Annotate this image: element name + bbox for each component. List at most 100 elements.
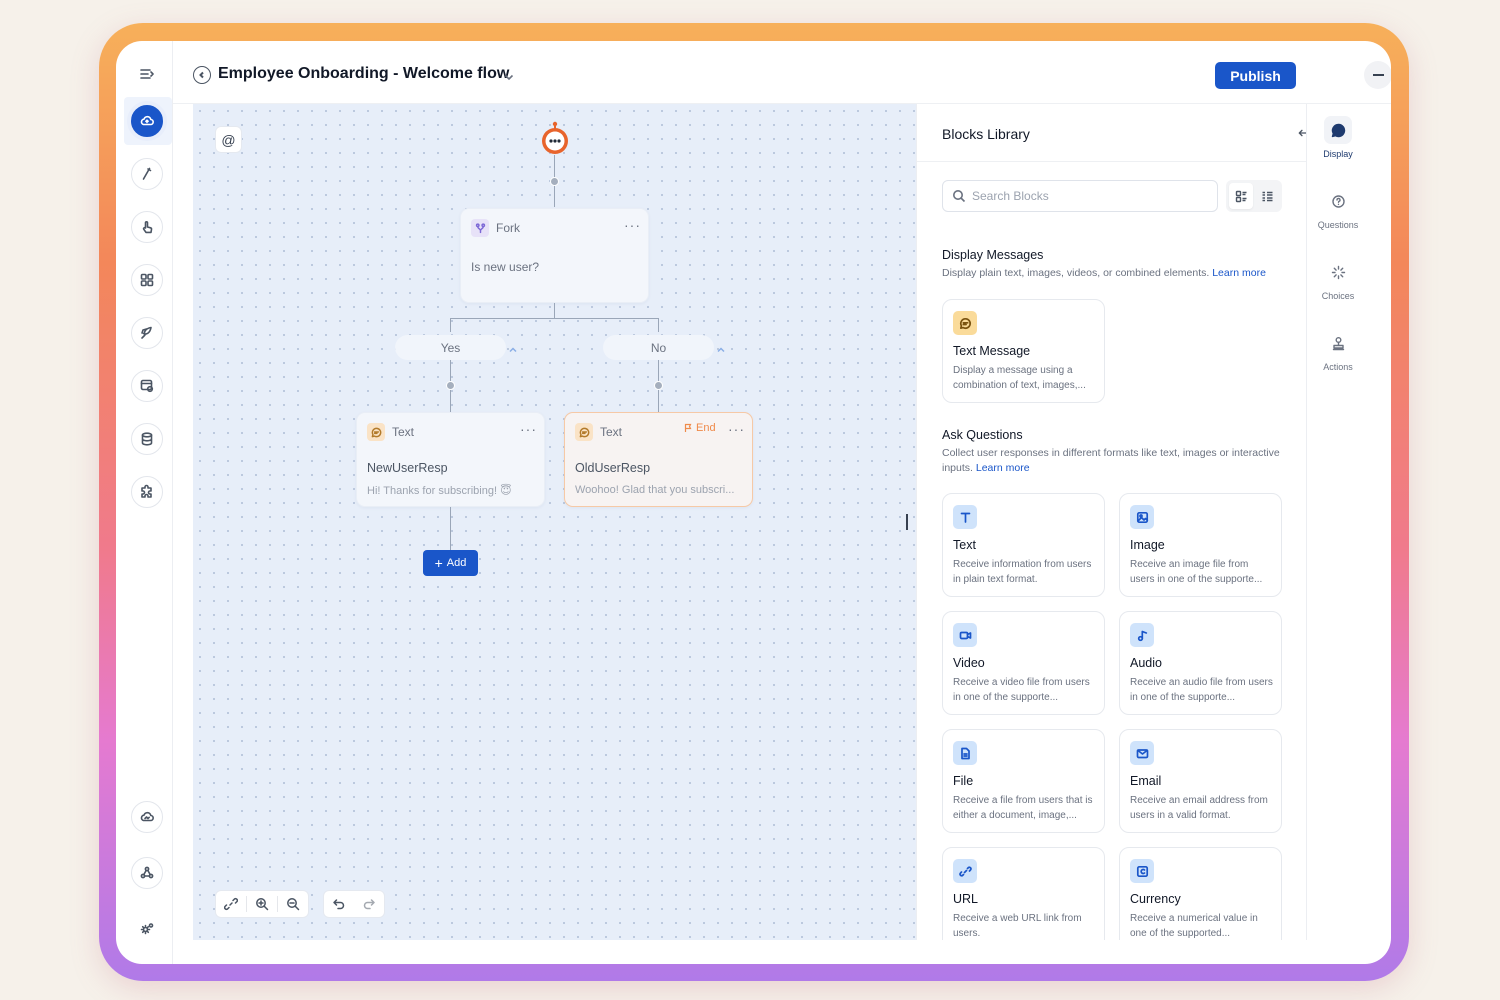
tab-choices[interactable]: Choices	[1307, 258, 1369, 301]
more-options-icon[interactable]: ···	[728, 421, 745, 437]
card-description: Receive a web URL link from users.	[953, 913, 1082, 939]
image-icon	[1130, 505, 1154, 529]
block-card-email[interactable]: Email Receive an email address from user…	[1119, 729, 1282, 833]
settings-gear-icon[interactable]	[131, 913, 163, 945]
card-description: Receive a numerical value in one of the …	[1130, 913, 1258, 939]
puzzle-icon[interactable]	[131, 476, 163, 508]
node-name: OldUserResp	[575, 461, 651, 475]
text-node-new-user[interactable]: Text ··· NewUserResp Hi! Thanks for subs…	[356, 412, 545, 507]
more-options-icon[interactable]: ···	[624, 217, 641, 233]
database-icon[interactable]	[131, 423, 163, 455]
rocket-icon[interactable]	[131, 317, 163, 349]
form-settings-icon[interactable]	[131, 370, 163, 402]
history-toolbar	[323, 890, 385, 918]
minimize-button[interactable]	[1364, 61, 1391, 89]
tab-actions[interactable]: Actions	[1307, 329, 1369, 372]
collapse-menu-icon[interactable]	[131, 58, 163, 90]
search-input[interactable]	[972, 189, 1212, 203]
flow-title[interactable]: Employee Onboarding - Welcome flow	[218, 65, 509, 83]
bot-start-icon[interactable]	[539, 121, 571, 155]
branch-yes-label[interactable]: Yes	[395, 335, 506, 360]
connector-dot[interactable]	[550, 177, 559, 186]
block-card-file[interactable]: File Receive a file from users that is e…	[942, 729, 1105, 833]
compact-view-icon[interactable]	[1255, 183, 1279, 209]
view-toggle	[1226, 180, 1282, 212]
block-category-tabs: Display Questions Choices Actions	[1306, 104, 1368, 940]
plus-icon: +	[434, 555, 443, 571]
card-title: Text Message	[953, 344, 1031, 358]
panel-resize-handle[interactable]	[906, 514, 908, 530]
block-card-text-message[interactable]: Text Message Display a message using a c…	[942, 299, 1105, 403]
card-title: Audio	[1130, 656, 1162, 670]
flow-canvas[interactable]: @ Fork ··· Is new user? Yes No Text ··· …	[193, 104, 916, 940]
publish-button[interactable]: Publish	[1215, 62, 1296, 89]
branch-no-label[interactable]: No	[603, 335, 714, 360]
zoom-out-icon[interactable]	[278, 890, 308, 918]
cloud-icon[interactable]	[131, 105, 163, 137]
learn-more-link[interactable]: Learn more	[976, 462, 1030, 474]
tab-questions[interactable]: Questions	[1307, 187, 1369, 230]
collapse-panel-icon[interactable]	[1298, 126, 1306, 140]
card-description: Receive a video file from users in one o…	[953, 677, 1090, 703]
list-view-icon[interactable]	[1229, 183, 1253, 209]
end-badge-label: End	[696, 422, 716, 434]
fork-node[interactable]: Fork ··· Is new user?	[460, 208, 649, 303]
connector-dot[interactable]	[446, 381, 455, 390]
mention-button[interactable]: @	[215, 126, 242, 153]
message-icon	[367, 423, 385, 441]
node-type-label: Fork	[496, 221, 520, 235]
add-block-button[interactable]: + Add	[423, 550, 478, 576]
section-description: Display plain text, images, videos, or c…	[942, 266, 1287, 281]
top-header: Employee Onboarding - Welcome flow Publi…	[173, 41, 1391, 104]
block-card-currency[interactable]: Currency Receive a numerical value in on…	[1119, 847, 1282, 940]
message-icon	[953, 311, 977, 335]
cloud-sync-icon[interactable]	[131, 801, 163, 833]
chevron-down-icon[interactable]	[503, 70, 515, 82]
blocks-library-panel: Blocks Library Display Messages Display …	[916, 104, 1306, 940]
link-icon	[953, 859, 977, 883]
card-title: Image	[1130, 538, 1165, 552]
card-title: Currency	[1130, 892, 1181, 906]
chevron-up-icon[interactable]	[508, 342, 518, 353]
learn-more-link[interactable]: Learn more	[1212, 267, 1266, 279]
tab-label: Questions	[1317, 220, 1359, 230]
grid-apps-icon[interactable]	[131, 264, 163, 296]
link-nodes-icon[interactable]	[216, 890, 246, 918]
end-badge: End	[683, 422, 716, 434]
zoom-toolbar	[215, 890, 309, 918]
block-card-audio[interactable]: Audio Receive an audio file from users i…	[1119, 611, 1282, 715]
card-description: Receive a file from users that is either…	[953, 795, 1093, 821]
tab-display[interactable]: Display	[1307, 116, 1369, 159]
chevron-up-icon[interactable]	[716, 342, 726, 353]
card-title: URL	[953, 892, 979, 906]
connector-dot[interactable]	[654, 381, 663, 390]
zoom-in-icon[interactable]	[247, 890, 277, 918]
fork-icon	[471, 219, 489, 237]
block-card-image[interactable]: Image Receive an image file from users i…	[1119, 493, 1282, 597]
question-gear-icon	[1324, 187, 1352, 215]
more-options-icon[interactable]: ···	[520, 421, 537, 437]
section-desc-text: Display plain text, images, videos, or c…	[942, 267, 1210, 279]
card-title: Text	[953, 538, 976, 552]
tab-label: Display	[1323, 149, 1353, 159]
card-description: Receive information from users in plain …	[953, 559, 1092, 585]
back-button[interactable]	[193, 66, 211, 84]
search-icon	[953, 190, 966, 203]
section-title: Display Messages	[942, 248, 1044, 262]
node-preview-text: Hi! Thanks for subscribing! 😇	[367, 485, 512, 497]
search-field[interactable]	[942, 180, 1218, 212]
audio-icon	[1130, 623, 1154, 647]
block-card-url[interactable]: URL Receive a web URL link from users.	[942, 847, 1105, 940]
webhook-icon[interactable]	[131, 857, 163, 889]
app-window: Employee Onboarding - Welcome flow Publi…	[116, 41, 1391, 964]
undo-icon[interactable]	[324, 890, 354, 918]
redo-icon[interactable]	[354, 890, 384, 918]
video-icon	[953, 623, 977, 647]
block-card-text[interactable]: Text Receive information from users in p…	[942, 493, 1105, 597]
card-description: Receive an email address from users in a…	[1130, 795, 1268, 821]
pen-icon[interactable]	[131, 158, 163, 190]
hand-pointer-icon[interactable]	[131, 211, 163, 243]
block-card-video[interactable]: Video Receive a video file from users in…	[942, 611, 1105, 715]
text-node-old-user[interactable]: Text End ··· OldUserResp Woohoo! Glad th…	[564, 412, 753, 507]
minus-icon	[1372, 74, 1384, 76]
